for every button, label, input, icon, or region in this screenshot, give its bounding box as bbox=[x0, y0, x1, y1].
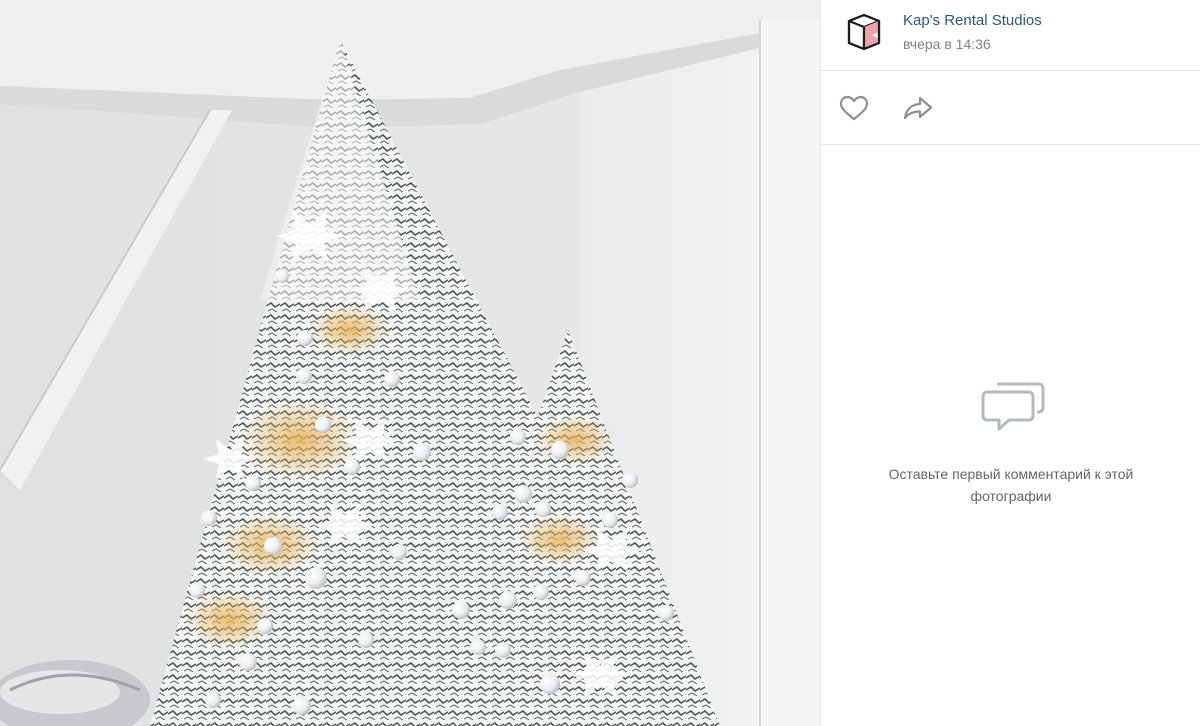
author-name-link[interactable]: Kap's Rental Studios bbox=[903, 12, 1042, 29]
heart-icon bbox=[839, 95, 869, 121]
comments-section bbox=[821, 146, 1200, 726]
empty-comments-text: Оставьте первый комментарий к этой фотог… bbox=[888, 466, 1134, 504]
photo-sidebar: Kap's Rental Studios вчера в 14:36 Остав… bbox=[820, 0, 1200, 726]
share-arrow-icon bbox=[903, 96, 933, 120]
kap-logo-icon[interactable] bbox=[843, 11, 885, 53]
comment-bubbles-icon bbox=[981, 382, 1045, 431]
christmas-trees-photo bbox=[0, 0, 820, 726]
like-button[interactable] bbox=[837, 94, 871, 122]
share-button[interactable] bbox=[901, 94, 935, 122]
photo-viewer[interactable] bbox=[0, 0, 820, 726]
post-author-header: Kap's Rental Studios вчера в 14:36 bbox=[821, 0, 1200, 71]
post-actions bbox=[821, 71, 1200, 145]
post-timestamp[interactable]: вчера в 14:36 bbox=[903, 36, 991, 52]
